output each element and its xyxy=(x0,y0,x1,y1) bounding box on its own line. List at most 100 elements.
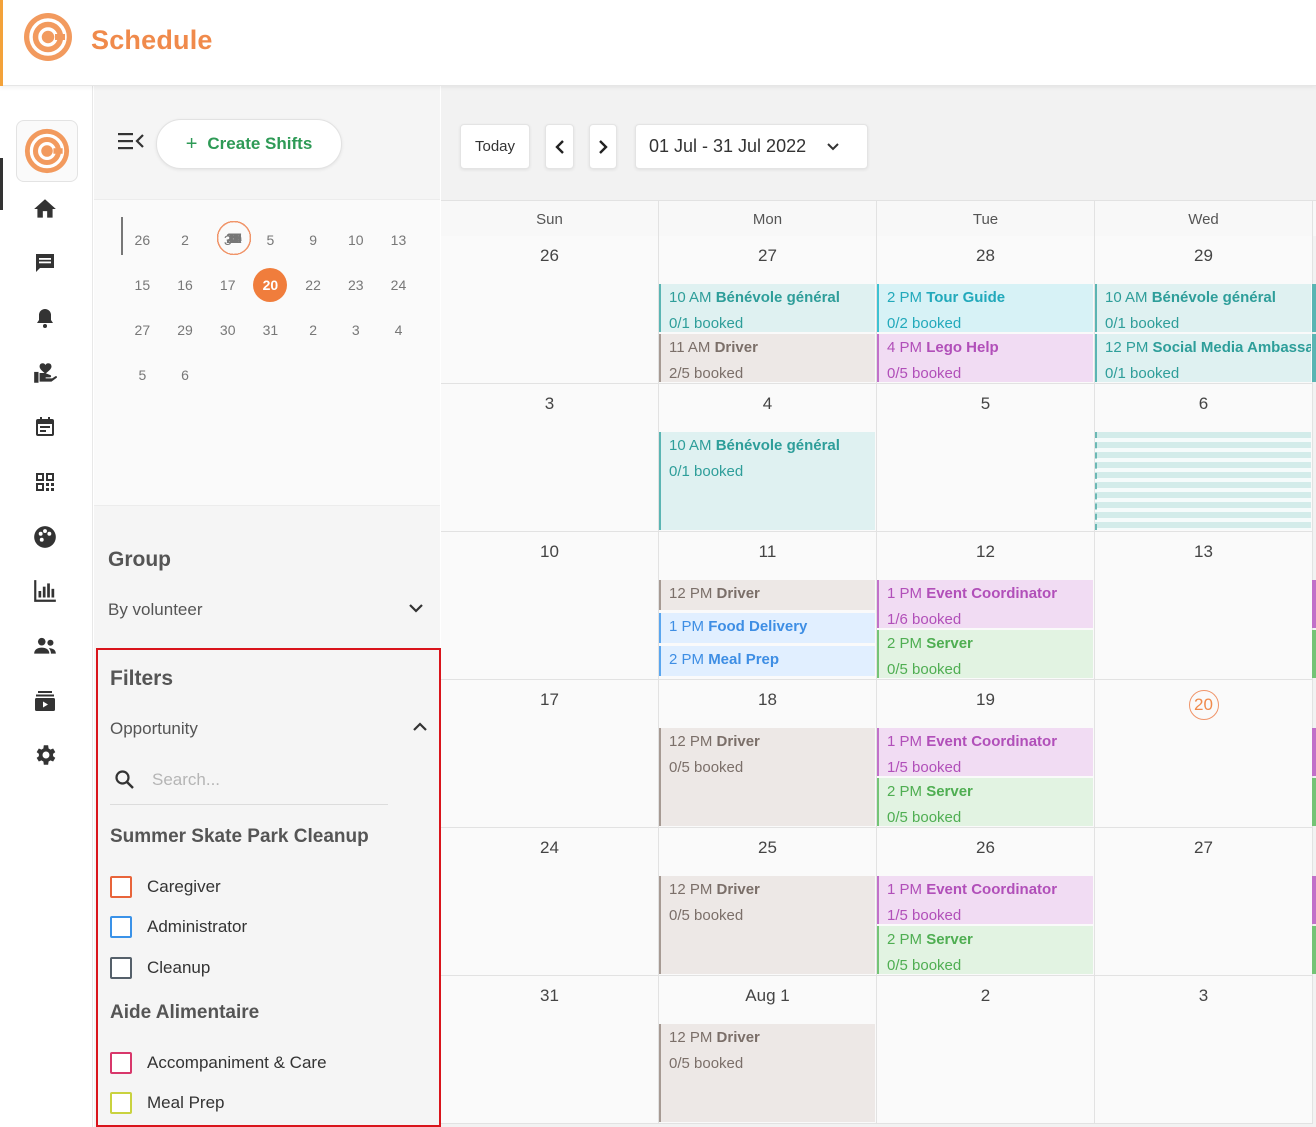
mini-calendar-day[interactable]: 17 xyxy=(206,262,249,307)
calendar-day-cell[interactable]: 2 xyxy=(877,976,1095,1124)
app-logo-icon[interactable] xyxy=(23,12,73,62)
calendar-day-cell[interactable]: 20 xyxy=(1095,680,1313,828)
mini-calendar-day[interactable]: 13 xyxy=(377,217,420,262)
shift-time: 10 AM xyxy=(1105,289,1148,306)
calendar-day-cell[interactable]: 17 xyxy=(441,680,659,828)
calendar-day-cell[interactable]: 29 10 AM Bénévole général 0/1 booked 12 PM … xyxy=(1095,236,1313,384)
mini-calendar-day[interactable]: 15 xyxy=(121,262,164,307)
mini-calendar-day[interactable]: 2 xyxy=(292,307,335,352)
filter-checkbox[interactable] xyxy=(110,1092,132,1114)
calendar-day-cell[interactable]: 5 xyxy=(877,384,1095,532)
shift-event[interactable]: 12 PM Driver 0/5 booked xyxy=(659,728,875,826)
chevron-up-icon[interactable] xyxy=(412,721,428,733)
mini-calendar-day[interactable]: 23 xyxy=(334,262,377,307)
mini-calendar-day[interactable]: 27 xyxy=(121,307,164,352)
group-select[interactable]: By volunteer xyxy=(108,600,203,620)
calendar-day-cell[interactable]: 4 10 AM Bénévole général 0/1 booked xyxy=(659,384,877,532)
filter-checkbox[interactable] xyxy=(110,1052,132,1074)
mini-calendar-day[interactable]: 6 xyxy=(164,353,207,398)
mini-calendar-today[interactable]: 20 xyxy=(249,262,292,307)
calendar-day-cell[interactable]: Aug 1 12 PM Driver 0/5 booked xyxy=(659,976,877,1124)
shift-event[interactable]: 4 PM Lego Help 0/5 booked xyxy=(877,334,1093,382)
palette-icon[interactable] xyxy=(30,522,60,552)
calendar-day-cell[interactable]: 11 12 PM Driver 1 PM Food Delivery 2 PM Mea… xyxy=(659,532,877,680)
filter-checkbox[interactable] xyxy=(110,957,132,979)
filter-search-input[interactable] xyxy=(152,765,372,795)
mini-calendar-day[interactable]: 4 xyxy=(377,307,420,352)
filter-option[interactable]: Cleanup xyxy=(110,957,210,979)
calendar-day-cell[interactable]: 3 xyxy=(441,384,659,532)
today-button[interactable]: Today xyxy=(460,124,530,169)
calendar-day-cell[interactable]: 18 12 PM Driver 0/5 booked xyxy=(659,680,877,828)
shift-event[interactable]: 1 PM Event Coordinator 1/6 booked xyxy=(877,580,1093,628)
mini-calendar-day[interactable]: 5 xyxy=(121,353,164,398)
collapse-menu-icon[interactable] xyxy=(118,130,144,152)
calendar-day-cell[interactable]: 10 xyxy=(441,532,659,680)
chat-icon[interactable] xyxy=(30,248,60,278)
mini-calendar-day[interactable]: 10 xyxy=(334,217,377,262)
filter-option[interactable]: Accompaniment & Care xyxy=(110,1052,327,1074)
shift-event[interactable]: 10 AM Bénévole général 0/1 booked xyxy=(659,432,875,530)
shift-event[interactable]: 12 PM Social Media Ambassador 0/1 booked xyxy=(1095,334,1311,382)
mini-calendar-day[interactable]: 30 xyxy=(206,307,249,352)
filter-checkbox[interactable] xyxy=(110,916,132,938)
shift-event[interactable]: 1 PM Event Coordinator 1/5 booked xyxy=(877,876,1093,924)
filter-option[interactable]: Caregiver xyxy=(110,876,221,898)
shift-event[interactable]: 12 PM Driver 0/5 booked xyxy=(659,1024,875,1122)
shift-event[interactable]: 1 PM Event Coordinator 1/5 booked xyxy=(877,728,1093,776)
shift-event[interactable]: 2 PM Server 0/5 booked xyxy=(877,630,1093,678)
calendar-day-cell[interactable]: 19 1 PM Event Coordinator 1/5 booked 2 PM S… xyxy=(877,680,1095,828)
striped-shift-block[interactable] xyxy=(1095,432,1311,530)
calendar-day-cell[interactable]: 25 12 PM Driver 0/5 booked xyxy=(659,828,877,976)
calendar-day-cell[interactable]: 24 xyxy=(441,828,659,976)
calendar-day-cell[interactable]: 28 2 PM Tour Guide 0/2 booked 4 PM Lego Hel… xyxy=(877,236,1095,384)
mini-calendar-day[interactable]: 3 xyxy=(334,307,377,352)
calendar-day-cell[interactable]: 26 1 PM Event Coordinator 1/5 booked 2 PM S… xyxy=(877,828,1095,976)
calendar-day-cell[interactable]: 27 xyxy=(1095,828,1313,976)
calendar-day-cell[interactable]: 13 xyxy=(1095,532,1313,680)
filter-option[interactable]: Meal Prep xyxy=(110,1092,224,1114)
chevron-down-icon[interactable] xyxy=(408,602,424,614)
mini-calendar-day[interactable]: 1 xyxy=(121,217,337,255)
shift-event[interactable]: 2 PM Server 0/5 booked xyxy=(877,778,1093,826)
filter-checkbox[interactable] xyxy=(110,876,132,898)
home-icon[interactable] xyxy=(30,194,60,224)
calendar-day-cell[interactable]: 6 xyxy=(1095,384,1313,532)
opportunity-label[interactable]: Opportunity xyxy=(110,719,198,739)
shift-event[interactable]: 1 PM Food Delivery xyxy=(659,613,875,643)
create-shifts-button[interactable]: + Create Shifts xyxy=(156,119,342,169)
calendar-day-cell[interactable]: 31 xyxy=(441,976,659,1124)
filter-option[interactable]: Administrator xyxy=(110,916,247,938)
subscriptions-icon[interactable] xyxy=(30,686,60,716)
shift-event[interactable]: 10 AM Bénévole général 0/1 booked xyxy=(659,284,875,332)
volunteer-hand-icon[interactable] xyxy=(30,358,60,388)
shift-event[interactable]: 11 AM Driver 2/5 booked xyxy=(659,334,875,382)
mini-calendar-day[interactable]: 24 xyxy=(377,262,420,307)
calendar-icon[interactable] xyxy=(30,412,60,442)
gear-icon[interactable] xyxy=(30,740,60,770)
bell-icon[interactable] xyxy=(30,303,60,333)
bar-chart-icon[interactable] xyxy=(30,576,60,606)
day-number-label: 4 xyxy=(762,394,773,413)
shift-event[interactable]: 2 PM Meal Prep xyxy=(659,646,875,676)
shift-event[interactable]: 2 PM Tour Guide 0/2 booked xyxy=(877,284,1093,332)
shift-event[interactable]: 12 PM Driver xyxy=(659,580,875,610)
calendar-day-cell[interactable]: 12 1 PM Event Coordinator 1/6 booked 2 PM S… xyxy=(877,532,1095,680)
mini-calendar-day[interactable]: 22 xyxy=(292,262,335,307)
mini-calendar-day[interactable]: 29 xyxy=(164,307,207,352)
calendar-day-cell[interactable]: 27 10 AM Bénévole général 0/1 booked 11 AM … xyxy=(659,236,877,384)
next-button[interactable] xyxy=(589,124,617,169)
calendar-day-cell[interactable]: 3 xyxy=(1095,976,1313,1124)
shift-event[interactable]: 2 PM Server 0/5 booked xyxy=(877,926,1093,974)
mini-calendar-day[interactable]: 31 xyxy=(249,307,292,352)
shift-time: 11 AM xyxy=(669,339,711,356)
date-range-dropdown[interactable]: 01 Jul - 31 Jul 2022 xyxy=(635,124,868,169)
prev-button[interactable] xyxy=(545,124,574,169)
qr-code-icon[interactable] xyxy=(30,467,60,497)
shift-event[interactable]: 10 AM Bénévole général 0/1 booked xyxy=(1095,284,1311,332)
people-icon[interactable] xyxy=(30,631,60,661)
mini-calendar-day[interactable]: 16 xyxy=(164,262,207,307)
rail-logo-icon[interactable] xyxy=(16,120,78,182)
shift-event[interactable]: 12 PM Driver 0/5 booked xyxy=(659,876,875,974)
calendar-day-cell[interactable]: 26 xyxy=(441,236,659,384)
